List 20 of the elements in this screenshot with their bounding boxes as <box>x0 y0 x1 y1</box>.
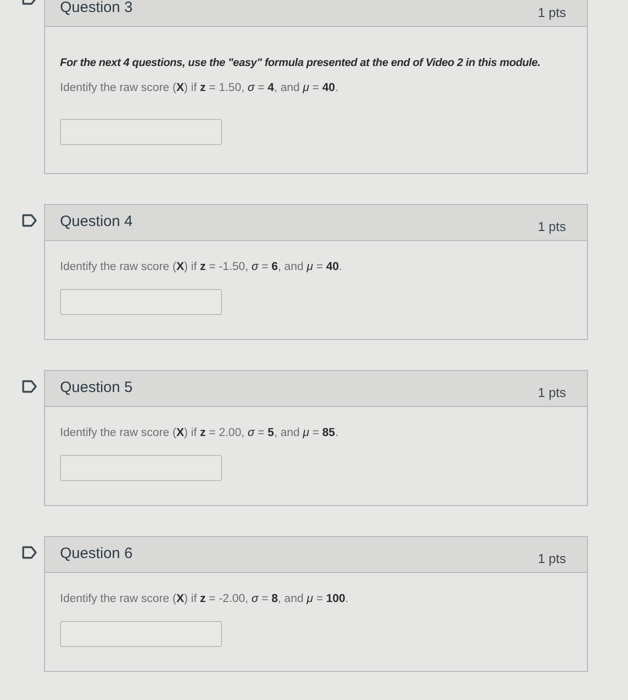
question-title: Question 6 <box>60 545 133 563</box>
points-label: 1 pts <box>538 5 566 21</box>
points-label: 1 pts <box>538 219 566 235</box>
points-label: 1 pts <box>538 551 566 567</box>
question-prompt: Identify the raw score (X) if z = 1.50, σ = 4, and μ = 40. <box>60 81 338 96</box>
points-label: 1 pts <box>538 385 566 401</box>
answer-field[interactable] <box>60 289 222 315</box>
question-title: Question 4 <box>60 213 133 231</box>
answer-field[interactable] <box>60 455 222 481</box>
instructions-text: For the next 4 questions, use the "easy" formula presented at the end of Video 2 in this module. <box>60 56 540 71</box>
question-prompt: Identify the raw score (X) if z = -1.50, σ = 6, and μ = 40. <box>60 260 342 275</box>
tag-icon[interactable] <box>22 214 37 227</box>
tag-icon[interactable] <box>22 380 37 393</box>
question-title: Question 3 <box>60 0 133 17</box>
question-prompt: Identify the raw score (X) if z = -2.00, σ = 8, and μ = 100. <box>60 592 348 607</box>
answer-field[interactable] <box>60 621 222 647</box>
answer-field[interactable] <box>60 119 222 145</box>
question-prompt: Identify the raw score (X) if z = 2.00, σ = 5, and μ = 85. <box>60 426 338 441</box>
tag-icon[interactable] <box>22 546 37 559</box>
question-title: Question 5 <box>60 379 133 397</box>
